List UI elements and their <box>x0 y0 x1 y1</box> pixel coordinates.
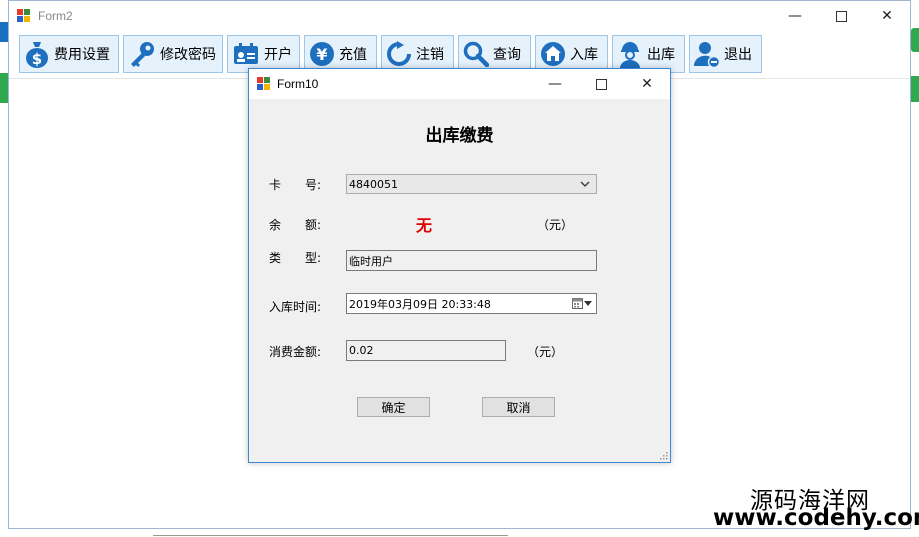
card-number-label: 卡 号: <box>269 178 322 192</box>
chevron-down-icon <box>584 300 592 306</box>
amount-field[interactable]: 0.02 <box>346 340 506 361</box>
entry-time-picker[interactable]: 2019年03月09日 20:33:48 <box>346 293 597 314</box>
background-window-edge <box>911 28 919 52</box>
cancel-button[interactable]: 取消 <box>482 397 555 417</box>
close-button[interactable]: ✕ <box>624 69 670 99</box>
toolbar-label: 费用设置 <box>54 47 110 63</box>
form2-title: Form2 <box>38 9 73 23</box>
background-divider <box>153 535 508 536</box>
form10-title: Form10 <box>277 77 319 91</box>
worker-icon <box>620 42 640 68</box>
toolbar-label: 出库 <box>647 47 675 63</box>
amount-value: 0.02 <box>349 344 374 357</box>
toolbar-label: 充值 <box>339 47 367 63</box>
toolbar-label: 注销 <box>416 47 444 63</box>
search-icon <box>463 41 489 67</box>
calendar-dropdown-button[interactable] <box>572 298 592 309</box>
entry-time-label: 入库时间: <box>269 300 322 314</box>
form10-titlebar[interactable]: Form10 — ✕ <box>249 69 670 99</box>
minimize-button[interactable]: — <box>532 69 578 99</box>
amount-unit: （元） <box>527 345 564 359</box>
close-button[interactable]: ✕ <box>864 1 910 31</box>
user-logout-icon <box>694 42 720 68</box>
ok-button[interactable]: 确定 <box>357 397 430 417</box>
watermark-url: www.codehy.com <box>713 505 919 531</box>
maximize-icon <box>595 78 607 90</box>
chevron-down-icon <box>580 181 590 187</box>
toolbar-label: 退出 <box>724 47 752 63</box>
toolbar-button-fee-settings[interactable]: $ 费用设置 <box>19 35 119 73</box>
toolbar-label: 开户 <box>264 47 292 63</box>
form10-dialog: Form10 — ✕ 出库缴费 卡 号: 4840051 余 额: 无 （元） … <box>248 68 671 463</box>
close-icon: ✕ <box>641 76 653 92</box>
close-icon: ✕ <box>881 8 893 24</box>
balance-value: 无 <box>416 216 433 235</box>
maximize-button[interactable] <box>578 69 624 99</box>
entry-time-value: 2019年03月09日 20:33:48 <box>349 297 491 311</box>
dialog-heading: 出库缴费 <box>425 126 494 146</box>
calendar-icon <box>572 298 583 309</box>
balance-label: 余 额: <box>269 218 322 232</box>
minimize-icon: — <box>548 76 562 92</box>
money-bag-icon: $ <box>26 42 48 68</box>
background-window-edge <box>0 73 8 103</box>
svg-text:¥: ¥ <box>316 45 327 64</box>
toolbar-label: 修改密码 <box>160 47 216 63</box>
toolbar-button-change-password[interactable]: 修改密码 <box>123 35 223 73</box>
svg-text:$: $ <box>32 50 42 68</box>
background-window-edge <box>0 22 8 42</box>
card-number-combobox[interactable]: 4840051 <box>346 174 597 194</box>
background-window-edge <box>911 76 919 102</box>
balance-unit: （元） <box>537 218 574 232</box>
toolbar-button-exit[interactable]: 退出 <box>689 35 762 73</box>
minimize-button[interactable]: — <box>772 1 818 31</box>
refresh-icon <box>387 41 411 66</box>
minimize-icon: — <box>788 8 802 24</box>
type-value: 临时用户 <box>349 254 393 268</box>
maximize-icon <box>835 10 847 22</box>
type-field[interactable]: 临时用户 <box>346 250 597 271</box>
form2-titlebar[interactable]: Form2 — ✕ <box>9 1 910 31</box>
resize-grip-icon[interactable] <box>658 450 668 460</box>
amount-label: 消费金额: <box>269 345 322 359</box>
card-number-value: 4840051 <box>349 177 398 191</box>
home-icon <box>541 42 565 66</box>
app-icon <box>257 77 271 91</box>
toolbar-label: 入库 <box>570 47 598 63</box>
toolbar-label: 查询 <box>493 47 521 63</box>
yen-icon: ¥ <box>310 42 334 66</box>
maximize-button[interactable] <box>818 1 864 31</box>
key-icon <box>131 42 154 67</box>
app-icon <box>17 9 31 23</box>
type-label: 类 型: <box>269 251 322 265</box>
id-card-icon <box>234 43 258 64</box>
